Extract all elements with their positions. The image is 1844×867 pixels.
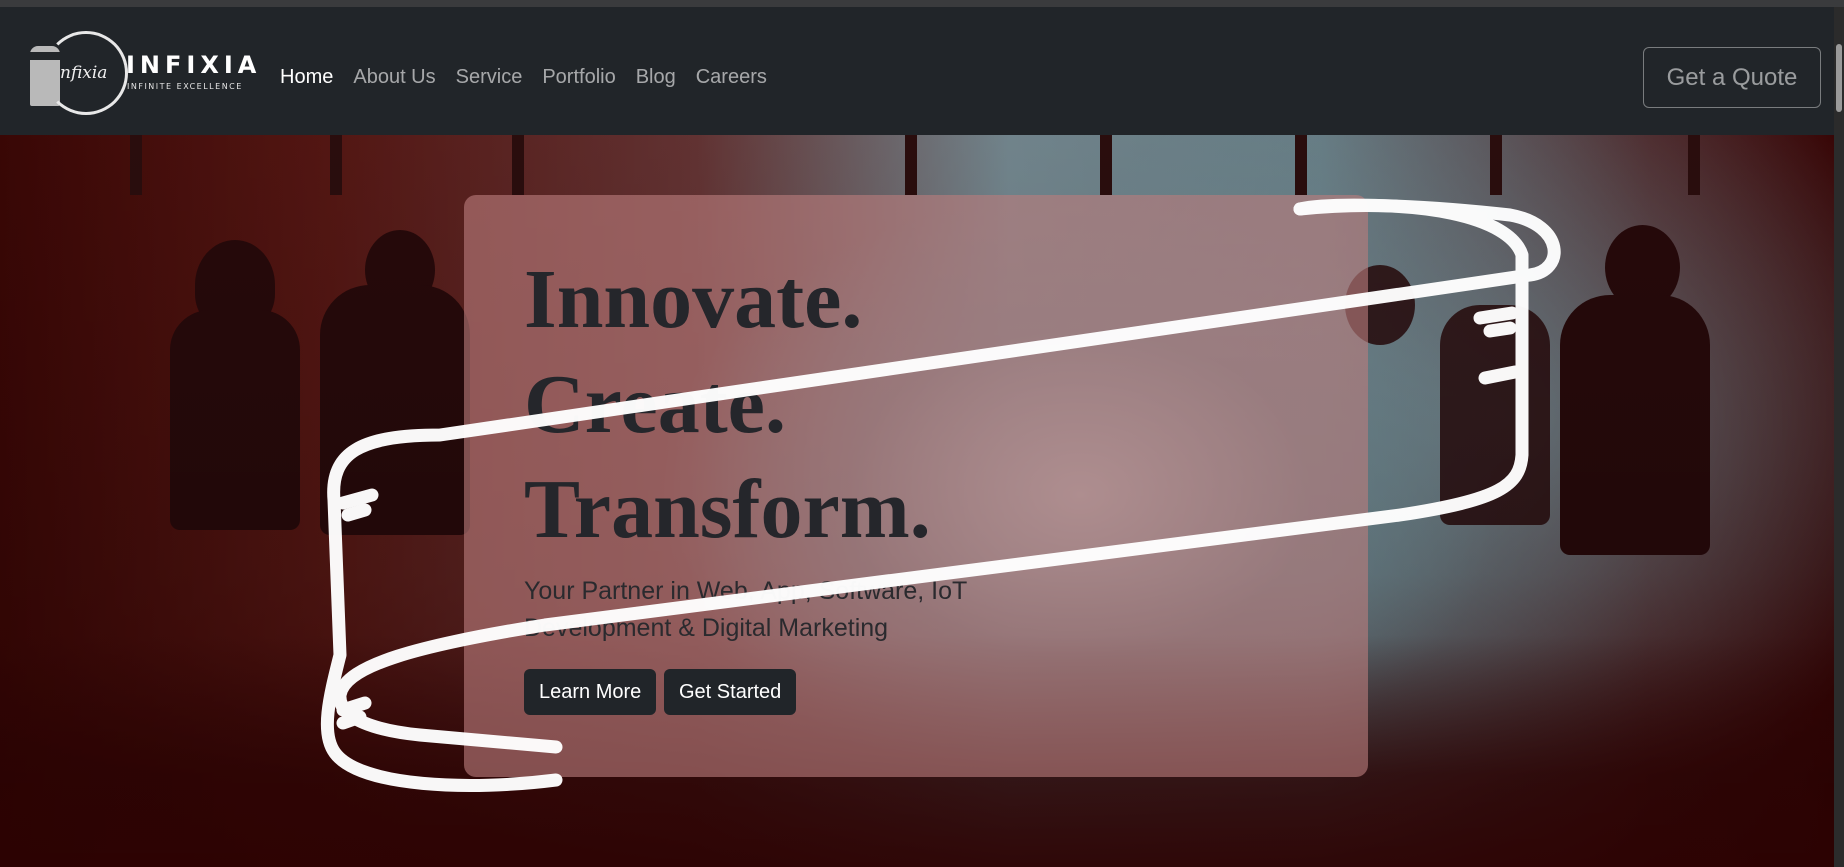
nav-menu: Home About Us Service Portfolio Blog Car… [280, 57, 767, 97]
page-scrollbar[interactable] [1834, 7, 1844, 867]
nav-item-about-us[interactable]: About Us [353, 66, 435, 89]
nav-item-portfolio[interactable]: Portfolio [542, 66, 615, 89]
headline-line-3: Transform. [524, 463, 931, 556]
brand-logo[interactable]: nfixia INFIXIA INFINITE EXCELLENCE [26, 25, 256, 121]
logo-script-mark: nfixia [60, 63, 108, 83]
get-a-quote-button[interactable]: Get a Quote [1643, 47, 1821, 108]
hero-subtitle: Your Partner in Web, App, Software, IoT … [524, 577, 967, 642]
nav-item-blog[interactable]: Blog [636, 66, 676, 89]
brand-tagline: INFINITE EXCELLENCE [127, 82, 243, 91]
headline-line-1: Innovate. [524, 253, 863, 346]
brand-name: INFIXIA [126, 51, 262, 79]
scrollbar-thumb[interactable] [1836, 44, 1842, 112]
nav-item-service[interactable]: Service [456, 66, 523, 89]
get-started-button[interactable]: Get Started [664, 669, 797, 715]
headline-line-2: Create. [524, 358, 786, 451]
hero-card: Innovate. Create. Transform. Your Partne… [464, 195, 1368, 777]
learn-more-button[interactable]: Learn More [524, 669, 657, 715]
hero-section: Innovate. Create. Transform. Your Partne… [0, 135, 1834, 867]
nav-item-careers[interactable]: Careers [696, 66, 767, 89]
nav-item-home[interactable]: Home [280, 66, 333, 89]
browser-top-strip [0, 0, 1844, 7]
navbar: nfixia INFIXIA INFINITE EXCELLENCE Home … [0, 7, 1844, 135]
